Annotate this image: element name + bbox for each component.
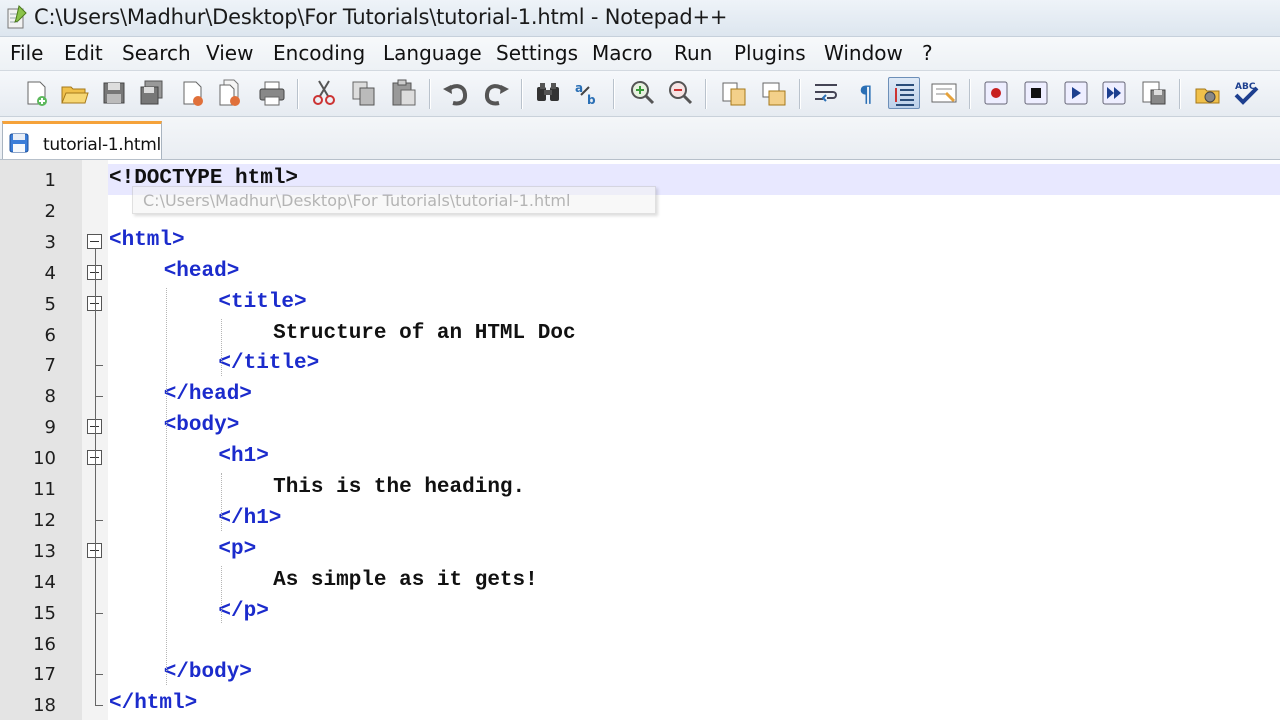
indent-guide: [166, 287, 167, 686]
sync-horizontal-icon[interactable]: [758, 77, 790, 109]
line-number: 8: [44, 386, 56, 408]
menu-help[interactable]: ?: [922, 41, 933, 65]
line-number: 10: [33, 448, 56, 470]
code-line: <body>: [163, 414, 240, 438]
notepad-plus-plus-icon: [7, 5, 27, 29]
line-number: 18: [33, 695, 56, 717]
show-all-characters-icon[interactable]: ¶: [850, 77, 882, 109]
line-number: 9: [44, 417, 56, 439]
fold-toggle-icon[interactable]: [87, 233, 102, 249]
menu-encoding[interactable]: Encoding: [273, 41, 365, 65]
replace-icon[interactable]: ab: [572, 77, 604, 109]
fold-end-marker: [95, 612, 103, 614]
fold-end-marker: [95, 396, 103, 398]
menu-language[interactable]: Language: [383, 41, 482, 65]
menu-plugins[interactable]: Plugins: [734, 41, 806, 65]
line-number: 17: [33, 664, 56, 686]
word-wrap-icon[interactable]: [810, 77, 842, 109]
title-bar: C:\Users\Madhur\Desktop\For Tutorials\tu…: [0, 0, 1280, 37]
line-number: 16: [33, 633, 56, 655]
fold-end-marker: [95, 365, 103, 367]
code-line: </body>: [163, 661, 252, 685]
run-macro-multiple-icon[interactable]: [1098, 77, 1130, 109]
function-list-icon[interactable]: [1192, 77, 1224, 109]
user-language-icon[interactable]: [928, 77, 960, 109]
fold-line: [95, 248, 96, 707]
file-path-tooltip: C:\Users\Madhur\Desktop\For Tutorials\tu…: [132, 186, 656, 214]
saved-file-icon: [9, 133, 29, 153]
close-all-icon[interactable]: [214, 77, 246, 109]
indent-guide-icon[interactable]: [888, 77, 920, 109]
code-line: <title>: [218, 290, 307, 314]
line-number: 2: [44, 200, 56, 222]
code-line: This is the heading.: [273, 476, 526, 499]
menu-search[interactable]: Search: [122, 41, 191, 65]
code-line: </p>: [218, 599, 269, 623]
line-number: 1: [44, 170, 56, 191]
spell-check-icon[interactable]: ABC: [1230, 77, 1262, 109]
svg-text:b: b: [587, 93, 596, 107]
menu-file[interactable]: File: [10, 41, 43, 65]
code-line: </title>: [218, 352, 320, 376]
line-number: 4: [44, 262, 56, 284]
paste-icon[interactable]: [388, 77, 420, 109]
save-icon[interactable]: [98, 77, 130, 109]
line-number: 15: [33, 602, 56, 624]
record-macro-icon[interactable]: [980, 77, 1012, 109]
close-icon[interactable]: [176, 77, 208, 109]
menu-settings[interactable]: Settings: [496, 41, 578, 65]
indent-guide: [221, 318, 222, 377]
find-icon[interactable]: [532, 77, 564, 109]
print-icon[interactable]: [256, 77, 288, 109]
save-macro-icon[interactable]: [1138, 77, 1170, 109]
copy-icon[interactable]: [348, 77, 380, 109]
code-line: <p>: [218, 537, 257, 561]
window-title: C:\Users\Madhur\Desktop\For Tutorials\tu…: [34, 5, 728, 29]
cut-icon[interactable]: [308, 77, 340, 109]
line-number: 6: [44, 324, 56, 346]
line-number: 5: [44, 293, 56, 315]
tab-tutorial-1-html[interactable]: tutorial-1.html: [2, 121, 162, 159]
code-line: </html>: [109, 692, 198, 716]
menu-bar: File Edit Search View Encoding Language …: [0, 37, 1280, 71]
zoom-out-icon[interactable]: [664, 77, 696, 109]
menu-edit[interactable]: Edit: [64, 41, 103, 65]
code-line: As simple as it gets!: [273, 568, 538, 592]
new-file-icon[interactable]: [20, 77, 52, 109]
line-number: 13: [33, 540, 56, 562]
line-number: 14: [33, 571, 56, 593]
play-macro-icon[interactable]: [1060, 77, 1092, 109]
tab-label: tutorial-1.html: [43, 135, 161, 155]
sync-vertical-icon[interactable]: [718, 77, 750, 109]
code-line: </head>: [163, 383, 252, 407]
fold-end-marker: [95, 705, 103, 707]
save-all-icon[interactable]: [136, 77, 168, 109]
redo-icon[interactable]: [480, 77, 512, 109]
code-editor[interactable]: 1 <!DOCTYPE html> 2 3 <html> 4 <head> 5 <title> 6…: [0, 160, 1280, 720]
toolbar: ab ¶ ABC: [0, 71, 1280, 117]
open-file-icon[interactable]: [58, 77, 90, 109]
menu-window[interactable]: Window: [824, 41, 903, 65]
menu-macro[interactable]: Macro: [592, 41, 653, 65]
line-number: 11: [33, 479, 56, 500]
line-number: 3: [44, 231, 56, 253]
code-line: </h1>: [218, 506, 282, 530]
zoom-in-icon[interactable]: [626, 77, 658, 109]
code-line: <h1>: [218, 445, 269, 469]
code-line: <html>: [109, 228, 185, 252]
document-tab-bar: tutorial-1.html: [0, 117, 1280, 160]
line-number: 7: [44, 355, 56, 377]
indent-guide: [221, 473, 222, 531]
code-line: <head>: [163, 259, 240, 283]
menu-view[interactable]: View: [206, 41, 253, 65]
indent-guide: [221, 565, 222, 624]
svg-text:¶: ¶: [859, 83, 873, 108]
code-line: Structure of an HTML Doc: [273, 321, 576, 345]
menu-run[interactable]: Run: [674, 41, 712, 65]
stop-recording-icon[interactable]: [1020, 77, 1052, 109]
fold-end-marker: [95, 519, 103, 521]
line-number: 12: [33, 509, 56, 531]
fold-end-marker: [95, 674, 103, 676]
undo-icon[interactable]: [440, 77, 472, 109]
